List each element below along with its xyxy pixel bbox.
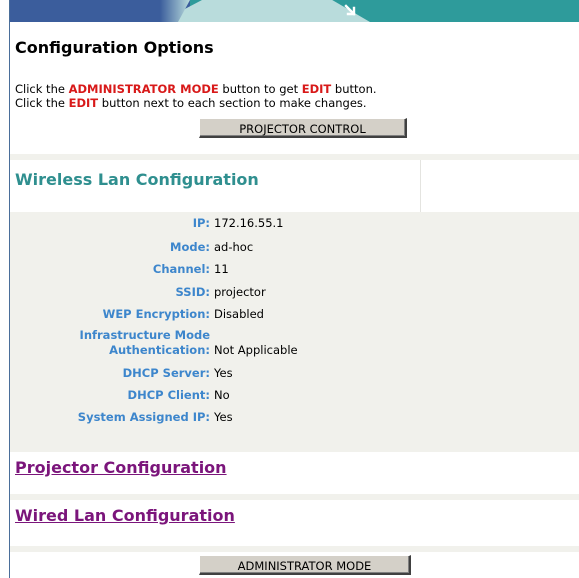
top-banner	[10, 0, 579, 22]
page-title: Configuration Options	[15, 38, 214, 57]
section-separator	[10, 546, 579, 552]
administrator-mode-button[interactable]: ADMINISTRATOR MODE	[199, 555, 411, 575]
projector-section-header: Projector Configuration	[10, 452, 579, 494]
instruction-line-1: Click the ADMINISTRATOR MODE button to g…	[15, 82, 377, 96]
wireless-section-header: Wireless Lan Configuration	[10, 160, 579, 212]
page-frame: Configuration Options Click the ADMINIST…	[9, 0, 579, 578]
projector-configuration-link[interactable]: Projector Configuration	[15, 458, 227, 477]
wired-section-header: Wired Lan Configuration	[10, 500, 579, 546]
projector-control-button[interactable]: PROJECTOR CONTROL	[199, 118, 407, 138]
arrow-down-right-icon	[344, 4, 356, 16]
wireless-details-panel: IP: 172.16.55.1 Mode: ad-hoc Channel: 11…	[10, 212, 579, 452]
instruction-line-2: Click the EDIT button next to each secti…	[15, 96, 367, 110]
wired-configuration-link[interactable]: Wired Lan Configuration	[15, 506, 235, 525]
wireless-section-title: Wireless Lan Configuration	[15, 170, 259, 189]
